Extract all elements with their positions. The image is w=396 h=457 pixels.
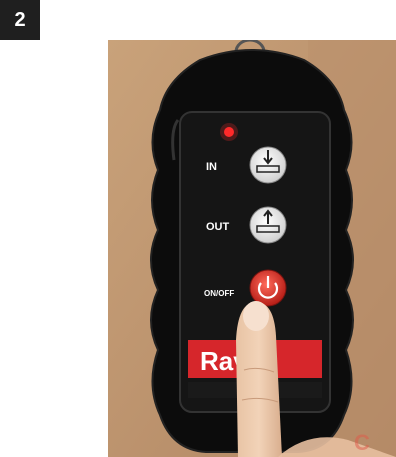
svg-text:C: C [354,430,370,455]
on-off-label: ON/OFF [204,289,234,298]
in-button[interactable] [249,146,287,184]
in-label: IN [206,161,217,173]
remote-control-photo: IN OUT ON/OFF C [108,40,396,457]
on-off-button[interactable] [249,269,287,307]
step-number: 2 [14,8,26,31]
out-button[interactable] [249,206,287,244]
out-label: OUT [206,221,230,233]
step-number-badge: 2 [0,0,40,40]
photo-canvas: IN OUT ON/OFF C [108,40,396,457]
